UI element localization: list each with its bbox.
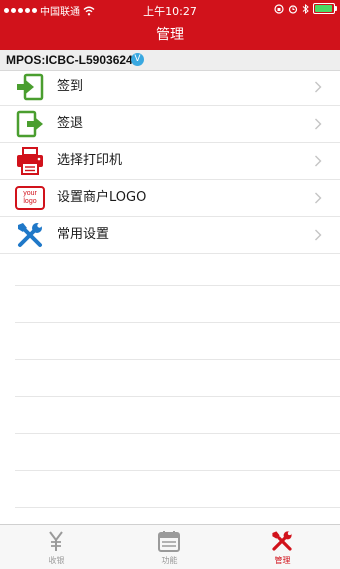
- menu-item-sign-in[interactable]: 签到: [0, 69, 340, 106]
- page-title: 管理: [156, 27, 184, 43]
- empty-row: [15, 323, 340, 360]
- tools-icon: [272, 531, 292, 551]
- status-bar: 中国联通 上午10:27: [0, 0, 340, 20]
- tab-functions[interactable]: 功能: [113, 525, 226, 569]
- empty-row: [15, 286, 340, 323]
- menu-item-sign-out[interactable]: 签退: [0, 106, 340, 143]
- menu-item-label: 选择打印机: [57, 153, 123, 168]
- calendar-icon: [158, 531, 180, 552]
- empty-row: [15, 249, 340, 286]
- logo-icon-text-2: logo: [23, 198, 37, 205]
- menu-item-label: 设置商户LOGO: [57, 190, 147, 205]
- chevron-right-icon: [315, 81, 322, 93]
- tools-icon: [18, 223, 42, 247]
- tab-cashier[interactable]: 收银: [0, 525, 113, 569]
- menu-item-select-printer[interactable]: 选择打印机: [0, 143, 340, 180]
- logo-icon: your logo: [15, 183, 45, 213]
- tab-bar: 收银 功能 管理: [0, 524, 340, 569]
- sign-in-icon: [17, 73, 44, 101]
- empty-row: [15, 471, 340, 508]
- chevron-right-icon: [315, 192, 322, 204]
- bluetooth-icon: [302, 3, 309, 14]
- status-right: [274, 3, 337, 14]
- menu-item-label: 常用设置: [57, 227, 110, 242]
- device-bar: MPOS:ICBC-L5903624 V: [0, 50, 340, 71]
- tab-label: 管理: [274, 556, 291, 565]
- nav-bar: 管理: [0, 20, 340, 50]
- yen-icon: [49, 531, 63, 551]
- empty-row: [15, 434, 340, 471]
- orientation-lock-icon: [274, 3, 284, 14]
- menu-item-label: 签到: [57, 79, 84, 94]
- chevron-right-icon: [315, 229, 322, 241]
- battery-icon: [313, 3, 337, 14]
- menu-list: 签到 签退 选择打印机 your logo 设置商户LOGO 常用设置: [0, 69, 340, 254]
- printer-icon: [17, 147, 43, 175]
- tab-label: 收银: [48, 556, 65, 565]
- chevron-right-icon: [315, 118, 322, 130]
- device-id-label: MPOS:ICBC-L5903624: [6, 53, 133, 67]
- sign-out-icon: [16, 110, 43, 138]
- empty-row: [15, 397, 340, 434]
- logo-icon-text-1: your: [23, 190, 37, 197]
- empty-rows: [15, 249, 340, 508]
- tab-management[interactable]: 管理: [226, 525, 339, 569]
- verified-badge-icon: V: [131, 53, 144, 66]
- menu-item-merchant-logo[interactable]: your logo 设置商户LOGO: [0, 180, 340, 217]
- menu-item-label: 签退: [57, 116, 84, 131]
- tab-label: 功能: [161, 556, 178, 565]
- alarm-icon: [288, 4, 298, 14]
- chevron-right-icon: [315, 155, 322, 167]
- empty-row: [15, 360, 340, 397]
